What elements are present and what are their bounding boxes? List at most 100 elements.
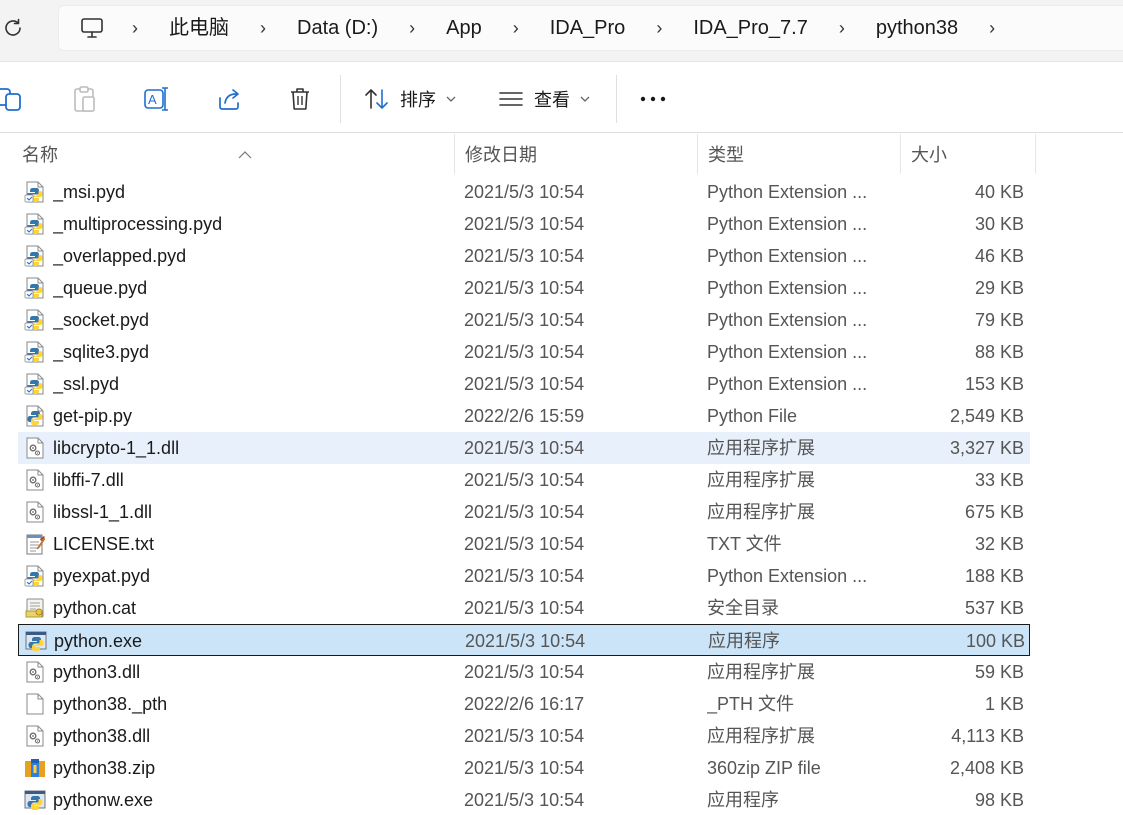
file-date: 2021/5/3 10:54 <box>464 246 585 266</box>
rename-button[interactable]: A <box>144 84 170 114</box>
column-header-row: 名称 修改日期 类型 大小 <box>0 134 1123 174</box>
share-button[interactable] <box>216 84 242 114</box>
breadcrumb-ida-pro-77[interactable]: IDA_Pro_7.7 <box>677 5 824 51</box>
file-row[interactable]: python3.dll 2021/5/3 10:54 应用程序扩展 59 KB <box>18 656 1030 688</box>
file-row[interactable]: libffi-7.dll 2021/5/3 10:54 应用程序扩展 33 KB <box>18 464 1030 496</box>
chevron-down-icon <box>580 95 590 103</box>
paste-button[interactable] <box>72 84 96 114</box>
file-size: 59 KB <box>974 662 1024 682</box>
file-type: Python Extension ... <box>707 374 868 394</box>
file-date: 2021/5/3 10:54 <box>464 182 585 202</box>
file-date: 2022/2/6 15:59 <box>464 406 585 426</box>
file-date: 2021/5/3 10:54 <box>464 374 585 394</box>
file-date: 2021/5/3 10:54 <box>464 438 585 458</box>
blank-file-icon <box>24 693 46 715</box>
file-date: 2021/5/3 10:54 <box>464 598 585 618</box>
breadcrumb-python38[interactable]: python38 <box>860 5 974 51</box>
breadcrumb-data-drive[interactable]: Data (D:) <box>281 5 394 51</box>
chevron-right-icon[interactable]: › <box>394 5 430 51</box>
clipboard-icon <box>72 85 96 113</box>
file-row[interactable]: get-pip.py 2022/2/6 15:59 Python File 2,549… <box>18 400 1030 432</box>
chevron-right-icon[interactable]: › <box>824 5 860 51</box>
file-row[interactable]: pythonw.exe 2021/5/3 10:54 应用程序 98 KB <box>18 784 1030 815</box>
file-size: 33 KB <box>974 470 1024 490</box>
file-row[interactable]: pyexpat.pyd 2021/5/3 10:54 Python Extensio… <box>18 560 1030 592</box>
file-row[interactable]: python38._pth 2022/2/6 16:17 _PTH 文件 1 KB <box>18 688 1030 720</box>
file-name: libffi-7.dll <box>53 470 124 490</box>
breadcrumb-ida-pro[interactable]: IDA_Pro <box>534 5 642 51</box>
file-size: 188 KB <box>964 566 1024 586</box>
breadcrumb[interactable]: › 此电脑 › Data (D:) › App › IDA_Pro › IDA_… <box>58 5 1123 51</box>
python-exe-icon <box>25 630 47 652</box>
file-name: _sqlite3.pyd <box>53 342 150 362</box>
chevron-right-icon[interactable]: › <box>498 5 534 51</box>
file-row[interactable]: _ssl.pyd 2021/5/3 10:54 Python Extension .… <box>18 368 1030 400</box>
trash-icon <box>288 86 312 112</box>
column-header-type-label: 类型 <box>708 145 744 165</box>
column-header-type[interactable]: 类型 <box>698 134 901 174</box>
file-date: 2022/2/6 16:17 <box>464 694 585 714</box>
copy-button[interactable] <box>0 84 24 114</box>
file-row[interactable]: libssl-1_1.dll 2021/5/3 10:54 应用程序扩展 675 KB <box>18 496 1030 528</box>
dll-icon <box>24 469 46 491</box>
file-row[interactable]: _socket.pyd 2021/5/3 10:54 Python Extensio… <box>18 304 1030 336</box>
file-date: 2021/5/3 10:54 <box>464 566 585 586</box>
refresh-icon[interactable] <box>2 17 24 39</box>
monitor-icon[interactable] <box>79 15 105 41</box>
file-name: _queue.pyd <box>53 278 148 298</box>
file-size: 1 KB <box>984 694 1024 714</box>
more-options-button[interactable] <box>640 84 666 114</box>
sort-arrows-icon <box>364 87 390 111</box>
sort-label: 排序 <box>400 90 436 110</box>
zip-archive-icon <box>24 757 46 779</box>
column-header-date[interactable]: 修改日期 <box>455 134 698 174</box>
breadcrumb-app[interactable]: App <box>430 5 498 51</box>
sort-button[interactable]: 排序 <box>364 84 456 114</box>
view-button[interactable]: 查看 <box>498 84 590 114</box>
file-name: libssl-1_1.dll <box>53 502 153 522</box>
chevron-right-icon[interactable]: › <box>974 5 1010 51</box>
file-date: 2021/5/3 10:54 <box>464 662 585 682</box>
file-name: _ssl.pyd <box>53 374 120 394</box>
file-type: 应用程序扩展 <box>707 502 815 522</box>
chevron-right-icon[interactable]: › <box>117 5 153 51</box>
file-row[interactable]: python38.zip 2021/5/3 10:54 360zip ZIP fil… <box>18 752 1030 784</box>
file-size: 88 KB <box>974 342 1024 362</box>
chevron-right-icon[interactable]: › <box>641 5 677 51</box>
file-row[interactable]: python.cat 2021/5/3 10:54 安全目录 537 KB <box>18 592 1030 624</box>
python-ext-icon <box>24 341 46 363</box>
file-row[interactable]: python.exe 2021/5/3 10:54 应用程序 100 KB <box>18 624 1030 656</box>
file-row[interactable]: _msi.pyd 2021/5/3 10:54 Python Extension .… <box>18 176 1030 208</box>
file-name: python38.dll <box>53 726 151 746</box>
file-name: pyexpat.pyd <box>53 566 151 586</box>
file-row[interactable]: libcrypto-1_1.dll 2021/5/3 10:54 应用程序扩展 3,3… <box>18 432 1030 464</box>
command-bar: A 排序 查看 <box>0 63 1123 133</box>
toolbar-divider <box>340 75 341 123</box>
file-name: _multiprocessing.pyd <box>53 214 223 234</box>
breadcrumb-this-pc[interactable]: 此电脑 <box>153 5 245 51</box>
file-size: 98 KB <box>974 790 1024 810</box>
file-row[interactable]: python38.dll 2021/5/3 10:54 应用程序扩展 4,113 KB <box>18 720 1030 752</box>
column-header-name[interactable]: 名称 <box>12 134 455 174</box>
file-type: 应用程序扩展 <box>707 470 815 490</box>
python-file-icon <box>24 405 46 427</box>
file-row[interactable]: _multiprocessing.pyd 2021/5/3 10:54 Python… <box>18 208 1030 240</box>
file-type: _PTH 文件 <box>707 694 795 714</box>
file-size: 29 KB <box>974 278 1024 298</box>
file-size: 153 KB <box>964 374 1024 394</box>
column-header-size[interactable]: 大小 <box>901 134 1036 174</box>
file-row[interactable]: LICENSE.txt 2021/5/3 10:54 TXT 文件 32 KB <box>18 528 1030 560</box>
file-type: Python Extension ... <box>707 214 868 234</box>
python-exe-icon <box>24 789 46 811</box>
file-date: 2021/5/3 10:54 <box>464 502 585 522</box>
file-row[interactable]: _overlapped.pyd 2021/5/3 10:54 Python Exte… <box>18 240 1030 272</box>
delete-button[interactable] <box>288 84 312 114</box>
file-row[interactable]: _sqlite3.pyd 2021/5/3 10:54 Python Extensi… <box>18 336 1030 368</box>
file-size: 2,408 KB <box>949 758 1024 778</box>
file-name: _socket.pyd <box>53 310 150 330</box>
toolbar-divider <box>616 75 617 123</box>
file-row[interactable]: _queue.pyd 2021/5/3 10:54 Python Extension… <box>18 272 1030 304</box>
python-ext-icon <box>24 309 46 331</box>
chevron-right-icon[interactable]: › <box>245 5 281 51</box>
file-date: 2021/5/3 10:54 <box>464 790 585 810</box>
